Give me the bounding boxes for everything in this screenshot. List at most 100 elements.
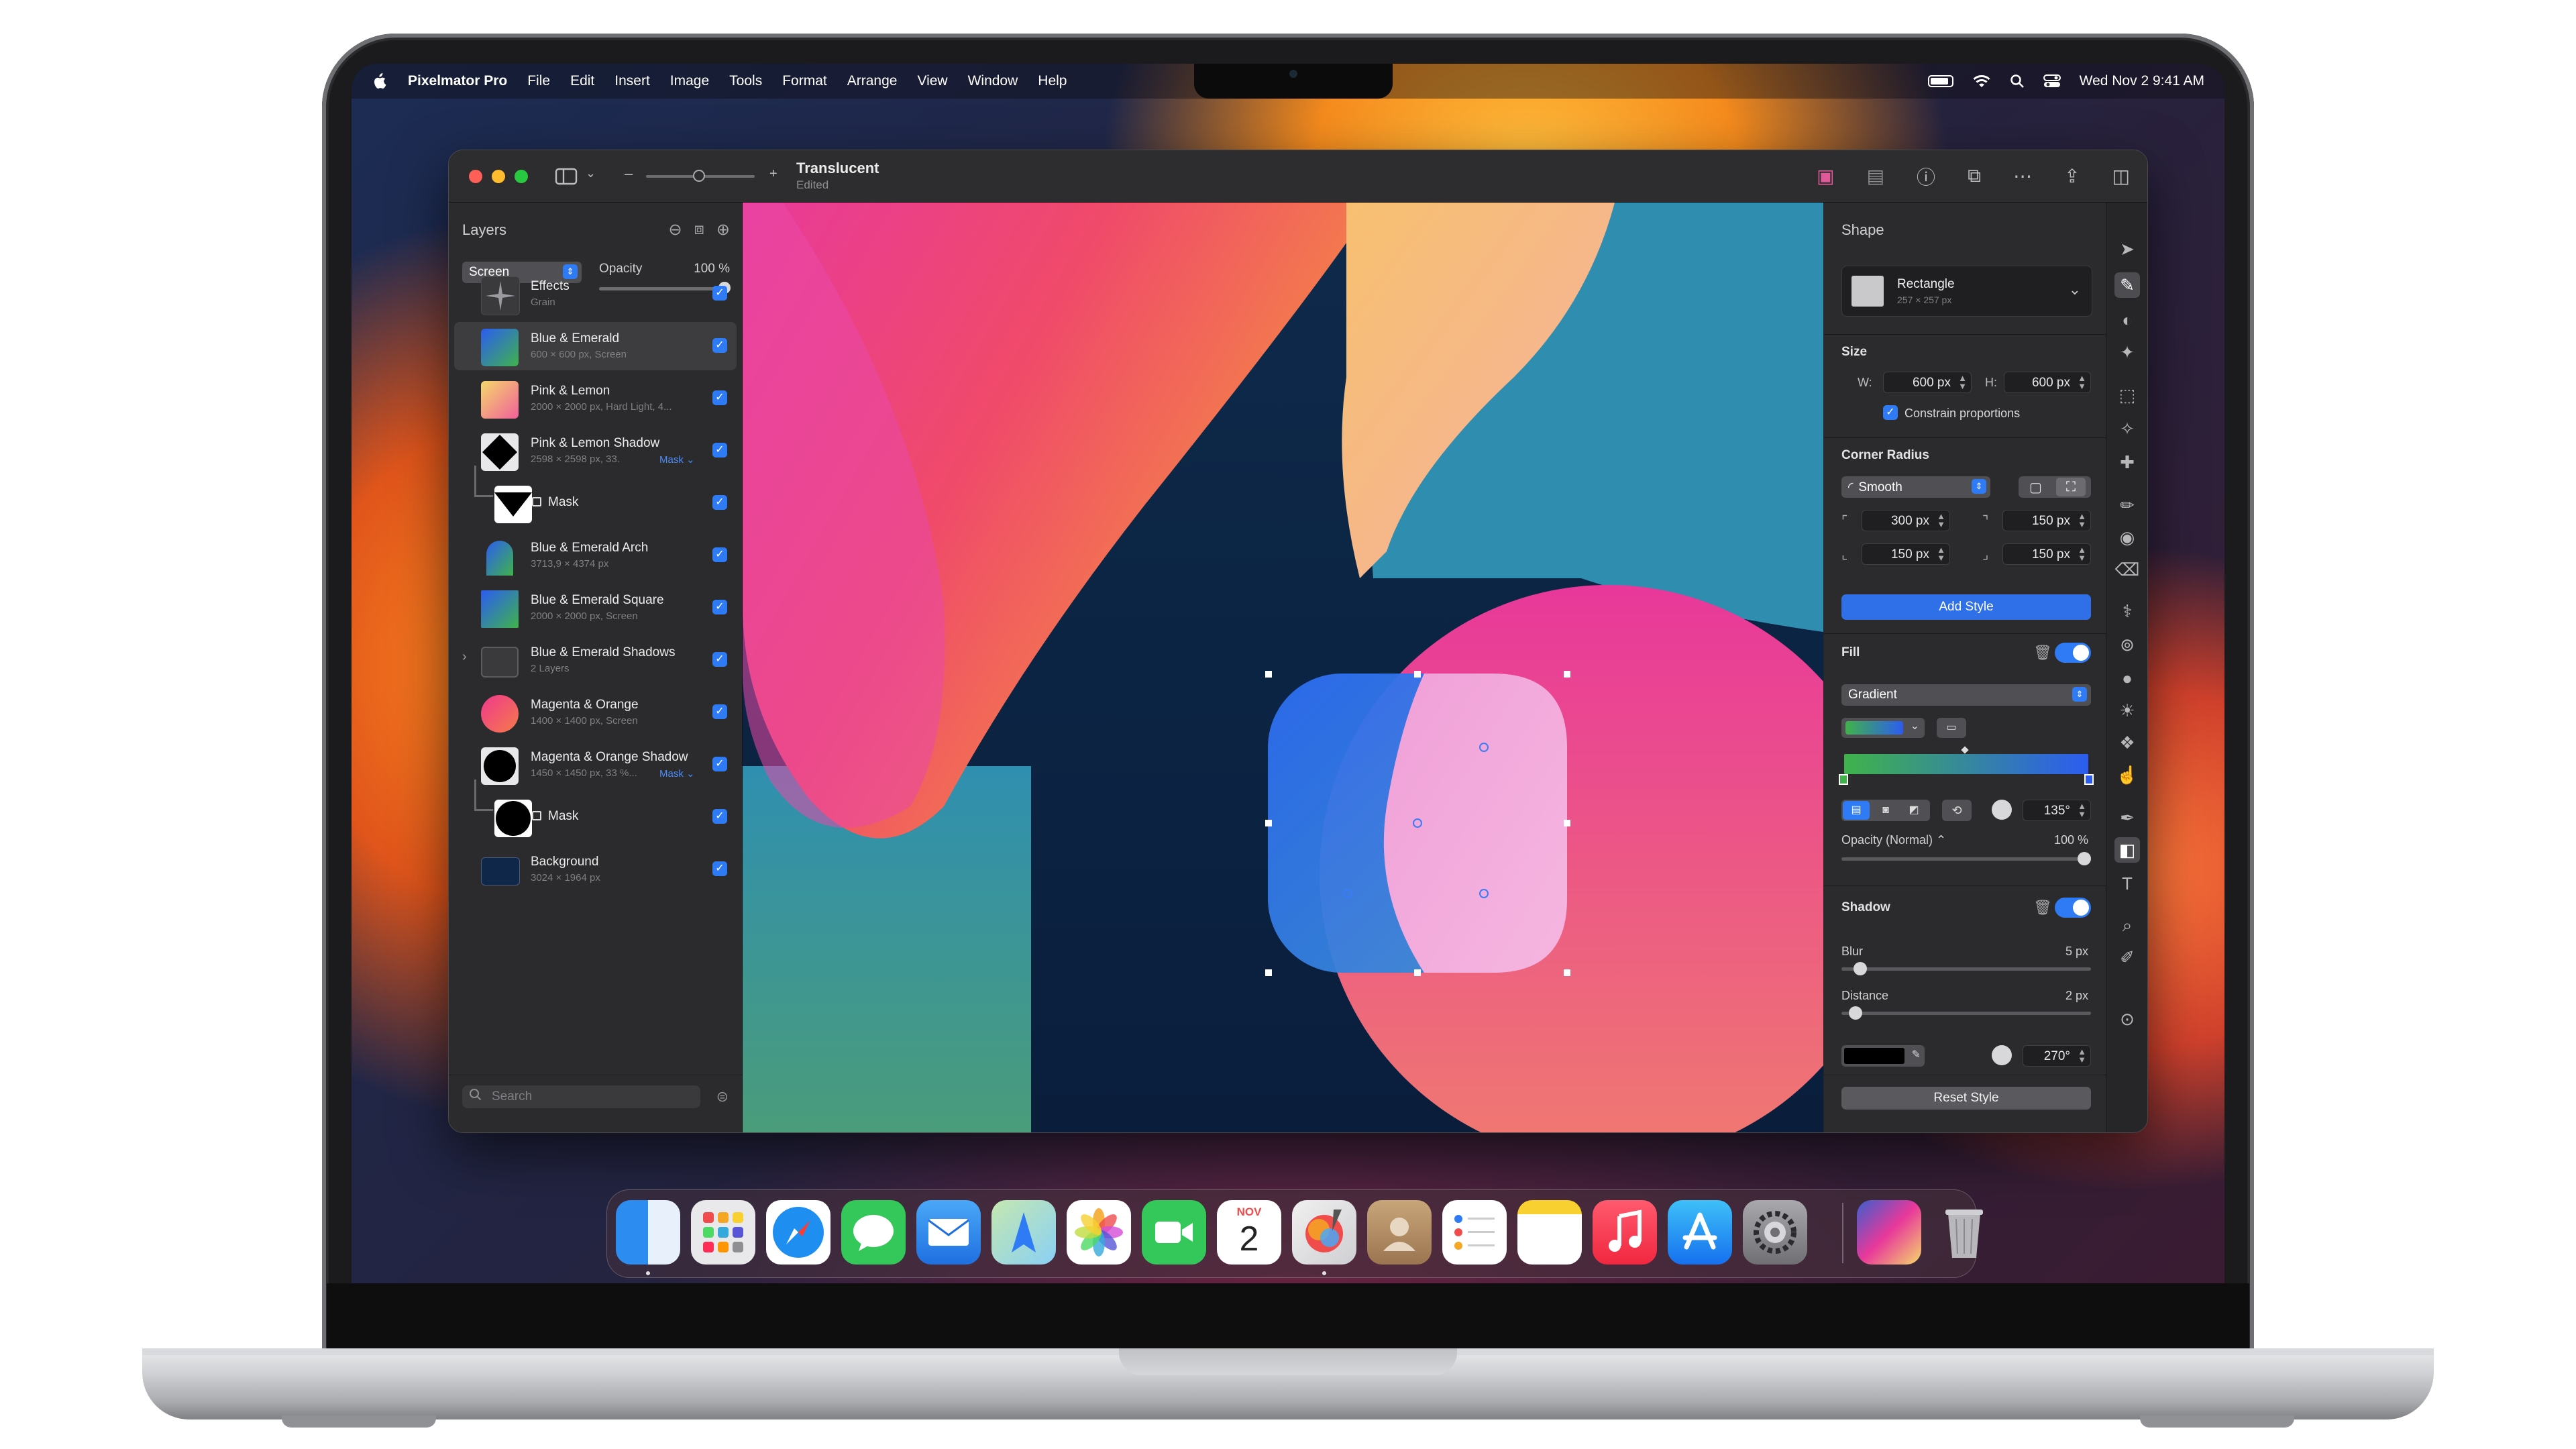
selection-icon[interactable]: ⬚ <box>2114 382 2140 408</box>
remove-layer-icon[interactable]: ⊖ <box>669 220 682 239</box>
mask-link[interactable]: Mask ⌄ <box>659 767 695 780</box>
corner-top-left-field[interactable]: 300 px ▲ ▼ <box>1862 510 1950 531</box>
layer-visibility-checkbox[interactable]: ✓ <box>712 443 727 458</box>
sidebar-menu-chevron-icon[interactable]: ⌄ <box>586 166 596 180</box>
filter-icon[interactable]: ⊜ <box>716 1088 729 1106</box>
fill-opacity-slider[interactable] <box>1841 857 2091 861</box>
shadow-color-well[interactable]: ✎ <box>1841 1045 1925 1067</box>
magic-wand-icon[interactable]: ✧ <box>2114 416 2140 441</box>
menu-clock[interactable]: Wed Nov 2 9:41 AM <box>2080 73 2204 89</box>
type-icon[interactable]: T <box>2114 871 2140 896</box>
finder-icon[interactable] <box>616 1200 680 1265</box>
layer-visibility-checkbox[interactable]: ✓ <box>712 495 727 510</box>
contacts-icon[interactable] <box>1367 1200 1432 1265</box>
shadow-angle-dial-icon[interactable] <box>1992 1045 2012 1065</box>
layer-row-pink-lemon[interactable]: Pink & Lemon 2000 × 2000 px, Hard Light,… <box>454 374 737 423</box>
layer-row-magenta-orange-shadow[interactable]: Magenta & Orange Shadow 1450 × 1450 px, … <box>454 741 737 789</box>
stepper-icon[interactable]: ▲ ▼ <box>1958 374 1967 390</box>
erase-icon[interactable]: ⌫ <box>2114 557 2140 582</box>
gradient-angle-field[interactable]: 135° ▲ ▼ <box>2023 800 2091 821</box>
distance-value[interactable]: 2 px <box>2065 989 2088 1003</box>
shape-icon[interactable]: ◧ <box>2114 837 2140 863</box>
apple-logo-icon[interactable] <box>372 72 386 90</box>
zoom-slider-knob[interactable] <box>693 170 705 182</box>
arrange-icon[interactable]: ➤ <box>2114 236 2140 262</box>
blur-knob[interactable] <box>1853 962 1867 975</box>
retouch-icon[interactable]: ⚕ <box>2114 598 2140 624</box>
gradient-bar[interactable] <box>1844 754 2088 774</box>
shape-type-picker[interactable]: Rectangle 257 × 257 px ⌄ <box>1841 266 2092 317</box>
layer-visibility-checkbox[interactable]: ✓ <box>712 390 727 405</box>
distance-knob[interactable] <box>1848 1006 1862 1020</box>
layer-row-magenta-orange[interactable]: Magenta & Orange 1400 × 1400 px, Screen … <box>454 688 737 737</box>
menu-app-name[interactable]: Pixelmator Pro <box>408 73 507 89</box>
gradient-midpoint-marker[interactable] <box>1961 746 1969 754</box>
constrain-proportions-checkbox[interactable]: ✓ <box>1883 405 1898 420</box>
control-center-icon[interactable] <box>2043 74 2061 89</box>
info-icon[interactable]: ⓘ <box>1917 163 1935 190</box>
trash-icon[interactable]: 🗑 <box>2033 644 2052 661</box>
angle-gradient-icon[interactable]: ◩ <box>1900 801 1927 820</box>
battery-icon[interactable] <box>1927 75 1953 87</box>
color-adjust-icon[interactable]: ▣ <box>1817 165 1834 187</box>
fill-opacity-label[interactable]: Opacity (Normal) ⌃ <box>1841 833 1946 847</box>
eyedropper-icon[interactable]: ✎ <box>1912 1048 1921 1061</box>
menu-format[interactable]: Format <box>782 73 827 89</box>
trash-icon[interactable]: 🗑 <box>2033 899 2052 916</box>
layer-visibility-checkbox[interactable]: ✓ <box>712 652 727 667</box>
more-tools-icon[interactable]: ⊙ <box>2114 1006 2140 1032</box>
group-disclosure-chevron-icon[interactable]: › <box>462 649 467 665</box>
distance-slider[interactable] <box>1841 1012 2091 1015</box>
sponge-icon[interactable]: ❖ <box>2114 730 2140 755</box>
smudge-icon[interactable]: ☝ <box>2114 762 2140 788</box>
zoom-in-button[interactable]: + <box>769 166 777 182</box>
width-field[interactable]: 600 px ▲ ▼ <box>1883 372 1972 393</box>
messages-icon[interactable] <box>841 1200 906 1265</box>
wifi-icon[interactable] <box>1972 74 1991 89</box>
layer-row-blue-emerald-square[interactable]: Blue & Emerald Square 2000 × 2000 px, Sc… <box>454 584 737 632</box>
more-icon[interactable]: ⋯ <box>2013 165 2032 187</box>
layer-visibility-checkbox[interactable]: ✓ <box>712 757 727 771</box>
add-style-button[interactable]: Add Style <box>1841 594 2091 620</box>
sidebar-toggle-icon[interactable] <box>555 168 578 185</box>
layer-visibility-checkbox[interactable]: ✓ <box>712 600 727 614</box>
spotlight-search-icon[interactable] <box>2010 74 2025 89</box>
zoom-icon[interactable]: ⌕ <box>2114 912 2140 938</box>
layer-row-blue-emerald-shadows[interactable]: › Blue & Emerald Shadows 2 Layers ✓ <box>454 636 737 684</box>
system-settings-icon[interactable] <box>1743 1200 1807 1265</box>
reverse-gradient-button[interactable]: ⟲ <box>1942 800 1972 821</box>
menu-tools[interactable]: Tools <box>729 73 762 89</box>
facetime-icon[interactable] <box>1142 1200 1206 1265</box>
zoom-out-button[interactable]: – <box>625 165 633 182</box>
layer-search-input[interactable]: Search <box>462 1085 700 1108</box>
maps-icon[interactable] <box>991 1200 1056 1265</box>
fill-opacity-knob[interactable] <box>2078 852 2091 865</box>
close-window-button[interactable] <box>469 169 482 183</box>
color-adjust-icon[interactable]: ◐ <box>2114 307 2140 333</box>
add-layer-icon[interactable]: ⊕ <box>716 220 730 239</box>
blur-icon[interactable]: ● <box>2114 665 2140 691</box>
shadow-angle-field[interactable]: 270° ▲ ▼ <box>2023 1045 2091 1067</box>
downloads-stack-icon[interactable] <box>1857 1200 1921 1265</box>
layer-visibility-checkbox[interactable]: ✓ <box>712 338 727 353</box>
stepper-icon[interactable]: ▲ ▼ <box>2078 374 2086 390</box>
pen-icon[interactable]: ✒ <box>2114 805 2140 830</box>
menu-arrange[interactable]: Arrange <box>847 73 898 89</box>
fill-icon[interactable]: ◉ <box>2114 525 2140 550</box>
eyedropper-icon[interactable]: ✐ <box>2114 945 2140 970</box>
layer-visibility-checkbox[interactable]: ✓ <box>712 547 727 562</box>
layer-visibility-checkbox[interactable]: ✓ <box>712 809 727 824</box>
reminders-icon[interactable] <box>1442 1200 1507 1265</box>
music-icon[interactable] <box>1593 1200 1657 1265</box>
layer-row-effects[interactable]: Effects Grain ✓ <box>454 270 737 318</box>
gradient-options-button[interactable]: ▭ <box>1937 718 1966 738</box>
layer-row-blue-emerald[interactable]: Blue & Emerald 600 × 600 px, Screen ✓ <box>454 322 737 370</box>
fill-toggle[interactable] <box>2055 643 2091 663</box>
minimize-window-button[interactable] <box>492 169 505 183</box>
notes-icon[interactable] <box>1517 1200 1582 1265</box>
stepper-icon[interactable]: ▲ ▼ <box>2078 1047 2086 1064</box>
safari-icon[interactable] <box>766 1200 830 1265</box>
stepper-icon[interactable]: ▲ ▼ <box>2078 802 2086 818</box>
corner-top-right-field[interactable]: 150 px ▲ ▼ <box>2002 510 2091 531</box>
crop-icon[interactable]: ⧉ <box>1968 165 1981 187</box>
